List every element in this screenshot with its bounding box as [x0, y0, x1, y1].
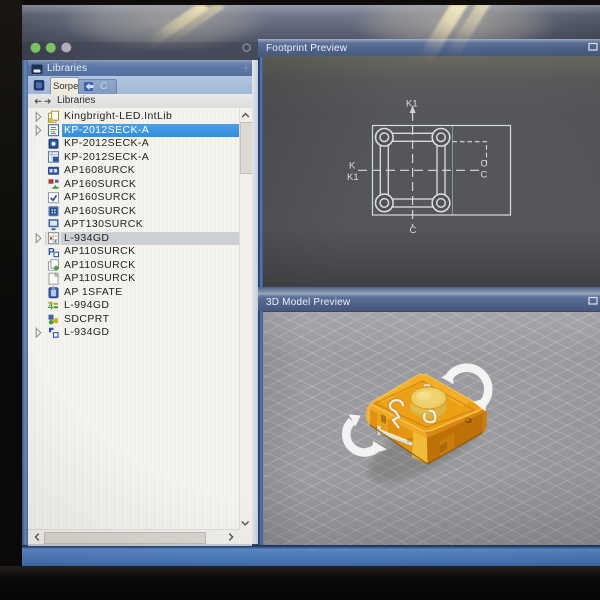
svg-text:K: K	[349, 161, 356, 172]
svg-text:K1: K1	[406, 99, 418, 110]
svg-text:K1: K1	[347, 172, 359, 183]
svg-text:C: C	[481, 159, 488, 170]
svg-text:C: C	[410, 225, 417, 236]
svg-text:C: C	[481, 170, 488, 181]
